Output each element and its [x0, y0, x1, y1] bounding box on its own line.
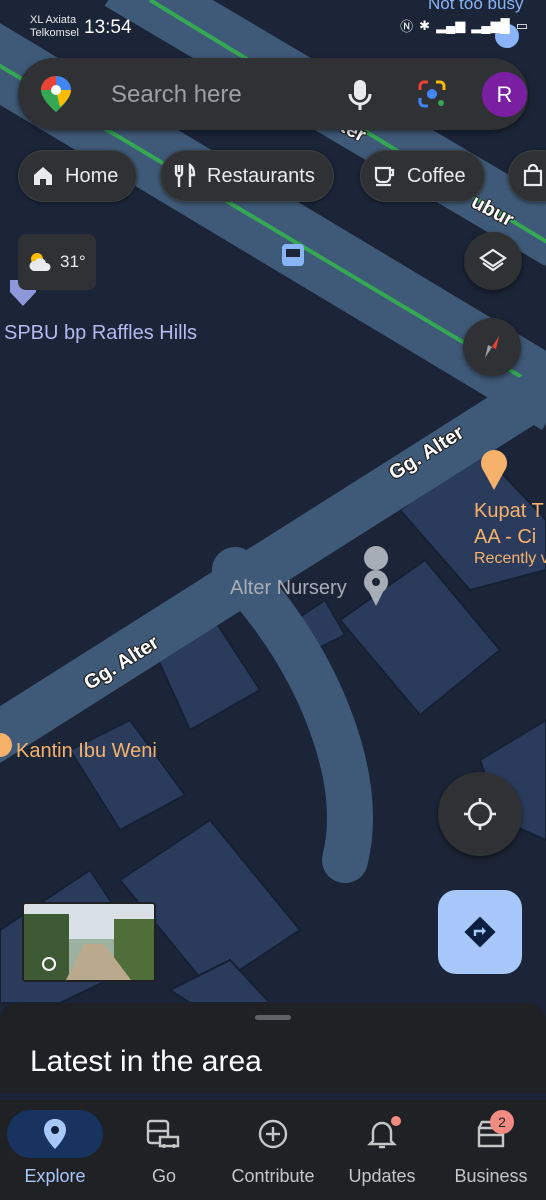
nav-label: Business	[454, 1166, 528, 1186]
sheet-title: Latest in the area	[30, 1045, 262, 1078]
signal-icon: ▂▄▆	[436, 17, 466, 33]
layers-icon	[479, 248, 507, 272]
chip-label: Home	[65, 164, 119, 187]
street-view-image	[24, 904, 154, 980]
home-icon	[34, 167, 52, 185]
carrier-1: XL Axiata	[30, 14, 77, 26]
place-label-spbu[interactable]: SPBU bp Raffles Hills	[4, 322, 197, 345]
business-badge: 2	[490, 1110, 514, 1134]
contribute-plus-icon	[253, 1114, 293, 1154]
chip-home[interactable]: Home	[18, 150, 138, 202]
go-transit-icon	[144, 1114, 184, 1154]
nav-contribute[interactable]: Contribute	[218, 1110, 328, 1190]
street-view-thumbnail[interactable]	[22, 902, 156, 982]
nav-label: Go	[151, 1166, 176, 1186]
chip-restaurants[interactable]: Restaurants	[160, 150, 334, 202]
avatar[interactable]: R	[482, 72, 527, 117]
coffee-icon	[374, 166, 395, 187]
chip-label: Coffee	[407, 164, 466, 187]
compass-icon	[485, 336, 499, 358]
partly-cloudy-icon	[29, 253, 51, 271]
compass-button[interactable]	[463, 318, 521, 376]
chip-coffee[interactable]: Coffee	[360, 150, 485, 202]
nav-label: Explore	[24, 1166, 86, 1186]
chip-label: Restaurants	[207, 164, 315, 187]
nfc-icon: Ⓝ	[400, 19, 414, 34]
layers-button[interactable]	[464, 232, 522, 290]
nav-explore[interactable]: Explore	[0, 1110, 110, 1190]
mic-icon[interactable]	[346, 78, 374, 112]
weather-widget[interactable]: 31°	[18, 234, 96, 290]
place-label-kupat-3: Recently v	[474, 550, 546, 567]
maps-logo-icon	[41, 76, 71, 112]
place-label-top[interactable]: Not too busy	[428, 0, 523, 14]
place-label-kantin[interactable]: Kantin Ibu Weni	[16, 740, 157, 763]
bottom-navigation: Explore Go Contribute Updates Business	[0, 1100, 546, 1200]
clock: 13:54	[84, 17, 132, 38]
carrier-text: XL Axiata Telkomsel	[30, 14, 79, 40]
bluetooth-icon: ✱	[419, 17, 431, 33]
battery-icon: ▭	[515, 17, 528, 33]
carrier-2: Telkomsel	[30, 27, 79, 39]
drag-handle[interactable]	[255, 1015, 291, 1020]
updates-notification-dot	[391, 1116, 401, 1126]
search-bar[interactable]: Search here R	[18, 58, 528, 130]
nav-updates[interactable]: Updates	[327, 1110, 437, 1190]
bottom-sheet[interactable]: Latest in the area	[0, 1003, 546, 1093]
shopping-bag-icon	[523, 164, 543, 187]
search-input[interactable]: Search here	[111, 81, 242, 109]
place-label-kupat-2[interactable]: AA - Ci	[474, 526, 536, 549]
google-lens-icon[interactable]	[416, 78, 448, 110]
restaurant-icon	[174, 163, 196, 187]
weather-temp: 31°	[60, 252, 86, 271]
crosshair-icon	[464, 798, 496, 830]
nav-go[interactable]: Go	[109, 1110, 219, 1190]
status-icons: Ⓝ ✱ ▂▄▆ ▂▄▆█ ▭	[400, 16, 528, 35]
nav-label: Contribute	[231, 1166, 315, 1186]
place-label-nursery[interactable]: Alter Nursery	[230, 577, 347, 600]
place-label-kupat-1[interactable]: Kupat T	[474, 500, 544, 523]
directions-button[interactable]	[438, 890, 522, 974]
directions-icon	[464, 916, 496, 948]
nav-label: Updates	[348, 1166, 416, 1186]
4g-signal-icon: ▂▄▆█	[471, 17, 510, 33]
my-location-button[interactable]	[438, 772, 522, 856]
explore-pin-icon	[35, 1114, 75, 1154]
